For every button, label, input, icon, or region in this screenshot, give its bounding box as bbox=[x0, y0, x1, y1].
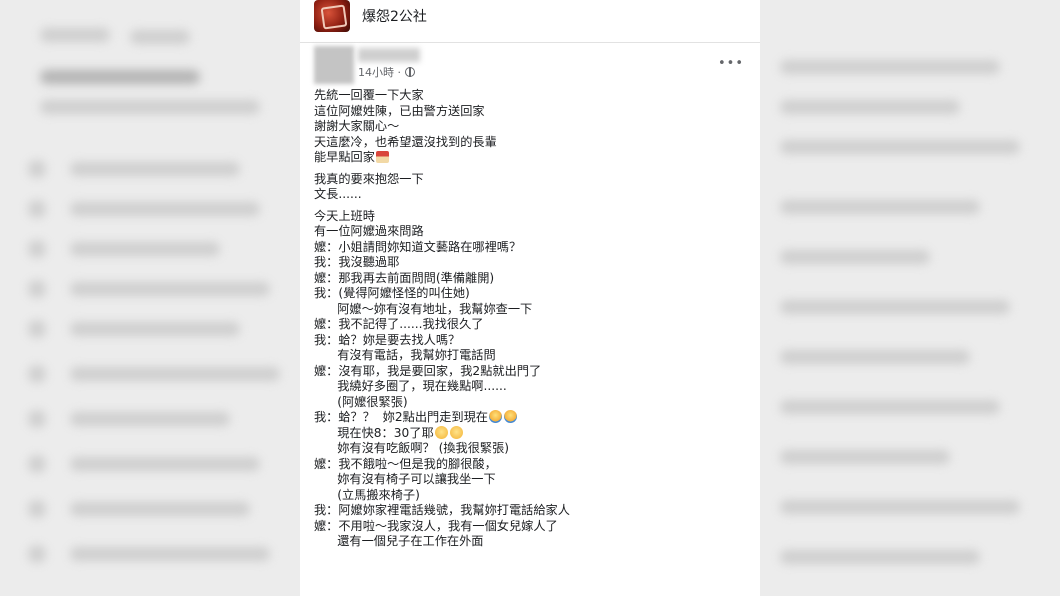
post-line: 我真的要來抱怨一下 bbox=[314, 171, 424, 186]
post-line: 嬤：不用啦～我家沒人，我有一個女兒嫁人了 bbox=[314, 518, 558, 533]
post-line: 文長...... bbox=[314, 187, 362, 201]
post-line-with-emoji: 現在快8：30了耶 bbox=[314, 425, 750, 442]
group-name[interactable]: 爆怨2公社 bbox=[362, 6, 427, 26]
post-line: 謝謝大家關心～ bbox=[314, 119, 400, 133]
post-body: 先統一回覆一下大家 這位阿嬤姓陳，已由警方送回家 謝謝大家關心～ 天這麼冷，也希… bbox=[314, 88, 750, 550]
post-line: 阿嬤～妳有沒有地址，我幫妳查一下 bbox=[314, 301, 533, 316]
post-line: 嬤：小姐請問妳知道文藝路在哪裡嗎？ bbox=[314, 239, 522, 254]
more-icon[interactable]: ••• bbox=[718, 56, 744, 71]
timestamp-text: 14小時 · bbox=[358, 66, 401, 79]
post-line: 我繞好多圈了，現在幾點啊...... bbox=[314, 379, 507, 393]
post-line: 嬤：那我再去前面問問(準備離開) bbox=[314, 270, 495, 285]
scream-emoji-icon bbox=[503, 410, 517, 423]
post-line: (立馬搬來椅子) bbox=[314, 487, 420, 502]
post-line: 我：(覺得阿嬤怪怪的叫住她) bbox=[314, 286, 470, 300]
post-line: 有沒有電話，我幫妳打電話問 bbox=[314, 348, 496, 362]
post-line: 有一位阿嬤過來問路 bbox=[314, 224, 424, 238]
blurred-background-right bbox=[760, 0, 1060, 596]
post-line: 今天上班時 bbox=[314, 208, 375, 223]
scream-emoji-icon bbox=[488, 410, 502, 423]
blurred-background-left bbox=[0, 0, 300, 596]
post-line: 我：蛤？妳是要去找人嗎？ bbox=[314, 332, 461, 347]
post-line: 我：阿嬤妳家裡電話幾號，我幫妳打電話給家人 bbox=[314, 503, 570, 517]
group-avatar[interactable] bbox=[314, 0, 350, 32]
sweat-smile-emoji-icon bbox=[434, 425, 448, 439]
post-line: 嬤：我不記得了......我找很久了 bbox=[314, 317, 484, 331]
post-line-text: 我：蛤？？ 妳2點出門走到現在 bbox=[314, 410, 488, 424]
post-timestamp[interactable]: 14小時 · bbox=[358, 64, 415, 80]
post-line: 妳有沒有椅子可以讓我坐一下 bbox=[314, 472, 496, 486]
post-line-text: 能早點回家 bbox=[314, 150, 375, 164]
post-line: 嬤：沒有耶，我是要回家，我2點就出門了 bbox=[314, 363, 542, 378]
post-line: 我：我沒聽過耶 bbox=[314, 255, 400, 269]
author-avatar[interactable] bbox=[314, 46, 354, 84]
post-card: 爆怨2公社 14小時 · ••• 先統一回覆一下大家 這位阿嬤姓陳，已由警方送回… bbox=[300, 0, 760, 596]
post-line: 先統一回覆一下大家 bbox=[314, 88, 424, 102]
post-line-with-emoji: 我：蛤？？ 妳2點出門走到現在 bbox=[314, 410, 750, 426]
post-line-with-emoji: 能早點回家 bbox=[314, 150, 750, 166]
house-emoji-icon bbox=[375, 151, 389, 163]
post-line: 嬤：我不餓啦～但是我的腳很酸， bbox=[314, 456, 497, 471]
globe-icon bbox=[405, 67, 415, 77]
post-line: 還有一個兒子在工作在外面 bbox=[314, 534, 484, 548]
post-line-text: 現在快8：30了耶 bbox=[314, 425, 434, 440]
post-line: 天這麼冷，也希望還沒找到的長輩 bbox=[314, 134, 497, 149]
group-header: 爆怨2公社 bbox=[300, 0, 760, 43]
post-line: 這位阿嬤姓陳，已由警方送回家 bbox=[314, 103, 485, 118]
post-line: 妳有沒有吃飯啊？ (換我很緊張) bbox=[314, 441, 510, 455]
author-name-redacted[interactable] bbox=[358, 48, 420, 62]
sweat-smile-emoji-icon bbox=[449, 425, 463, 439]
post-line: (阿嬤很緊張) bbox=[314, 394, 408, 409]
